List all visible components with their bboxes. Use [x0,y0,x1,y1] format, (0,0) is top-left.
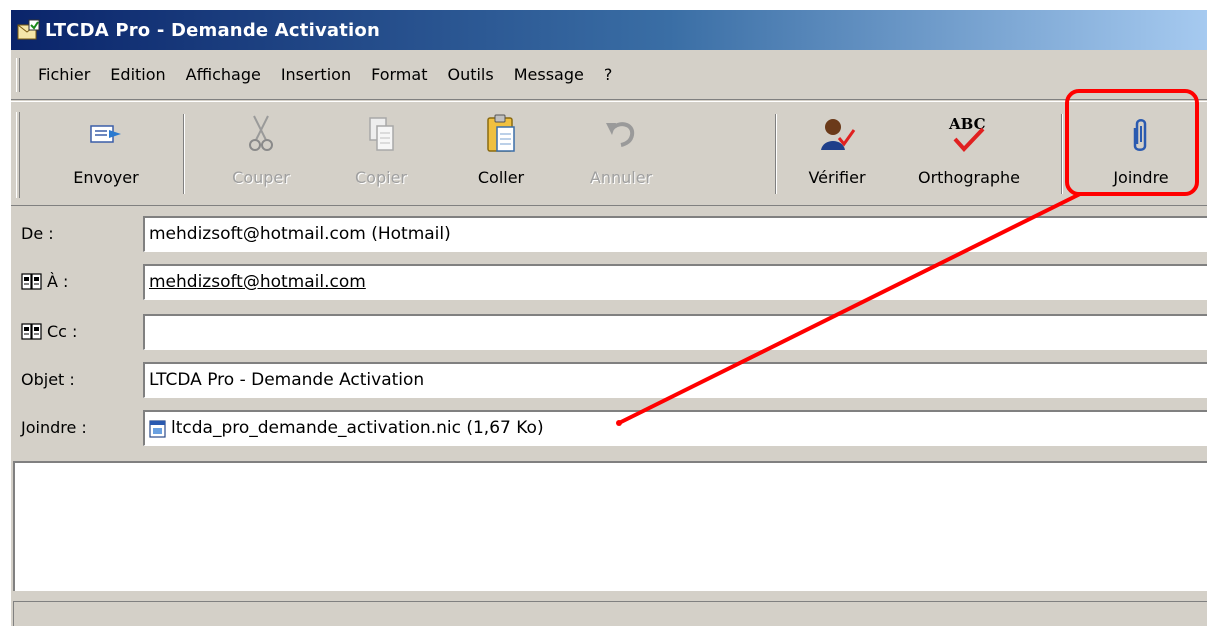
check-names-label: Vérifier [808,168,866,187]
attach-button[interactable]: Joindre [1086,108,1196,200]
spellcheck-icon: ABC [939,112,999,156]
attach-row: Joindre : ltcda_pro_demande_activation.n… [11,410,1207,448]
envelope-app-icon [17,18,41,42]
menu-help[interactable]: ? [594,60,623,90]
spelling-button[interactable]: ABC Orthographe [904,108,1034,200]
attach-field-label: Joindre : [21,418,87,437]
window-title: LTCDA Pro - Demande Activation [45,19,380,41]
toolbar-separator [183,114,185,194]
toolbar: Envoyer Couper Copier Coller Annuler Vér… [11,101,1207,206]
undo-label: Annuler [589,168,653,187]
to-recipient[interactable]: mehdizsoft@hotmail.com [149,272,366,292]
message-window: LTCDA Pro - Demande Activation Fichier E… [10,10,1207,626]
clipboard-icon [481,112,521,156]
file-icon [149,418,167,438]
toolbar-separator [775,114,777,194]
subject-field[interactable]: LTCDA Pro - Demande Activation [143,362,1207,398]
subject-row: Objet : LTCDA Pro - Demande Activation [11,362,1207,400]
to-label-group: À : [21,272,68,291]
cc-row: Cc : [11,314,1207,352]
cut-button[interactable]: Couper [211,108,311,200]
menu-fichier[interactable]: Fichier [28,60,100,90]
to-field[interactable]: mehdizsoft@hotmail.com [143,264,1207,300]
spelling-label: Orthographe [917,168,1021,187]
message-body-editor[interactable] [13,461,1207,591]
attach-field[interactable]: ltcda_pro_demande_activation.nic (1,67 K… [143,410,1207,446]
undo-icon [601,112,641,156]
message-header-fields: De : mehdizsoft@hotmail.com (Hotmail) À … [11,208,1207,458]
menu-bar: Fichier Edition Affichage Insertion Form… [11,50,1207,100]
person-check-icon [817,112,857,156]
check-names-button[interactable]: Vérifier [787,108,887,200]
address-book-icon[interactable] [21,272,43,291]
cut-label: Couper [232,168,290,187]
toolbar-separator [1061,114,1063,194]
to-label: À : [47,272,69,291]
subject-label: Objet : [21,370,75,389]
paste-button[interactable]: Coller [451,108,551,200]
menu-format[interactable]: Format [361,60,437,90]
address-book-icon[interactable] [21,322,43,341]
copy-button[interactable]: Copier [331,108,431,200]
paste-label: Coller [477,168,525,187]
toolbar-grip[interactable] [16,112,20,198]
menu-grip[interactable] [16,57,20,92]
menu-edition[interactable]: Edition [100,60,175,90]
status-bar [13,601,1207,626]
cc-label-group: Cc : [21,322,77,341]
menu-insertion[interactable]: Insertion [271,60,361,90]
title-bar[interactable]: LTCDA Pro - Demande Activation [11,10,1207,50]
menu-outils[interactable]: Outils [437,60,503,90]
paperclip-icon [1121,112,1161,156]
from-label: De : [21,224,54,243]
attach-label: Joindre [1113,168,1169,187]
to-row: À : mehdizsoft@hotmail.com [11,264,1207,302]
send-label: Envoyer [73,168,139,187]
cc-label: Cc : [47,322,78,341]
menu-affichage[interactable]: Affichage [176,60,271,90]
from-field[interactable]: mehdizsoft@hotmail.com (Hotmail) [143,216,1207,252]
send-button[interactable]: Envoyer [51,108,161,200]
from-row: De : mehdizsoft@hotmail.com (Hotmail) [11,216,1207,254]
undo-button[interactable]: Annuler [571,108,671,200]
menu-message[interactable]: Message [504,60,594,90]
send-icon [86,112,126,156]
attachment-item[interactable]: ltcda_pro_demande_activation.nic (1,67 K… [171,418,544,438]
copy-label: Copier [355,168,407,187]
copy-icon [361,112,401,156]
cc-field[interactable] [143,314,1207,350]
scissors-icon [241,112,281,156]
